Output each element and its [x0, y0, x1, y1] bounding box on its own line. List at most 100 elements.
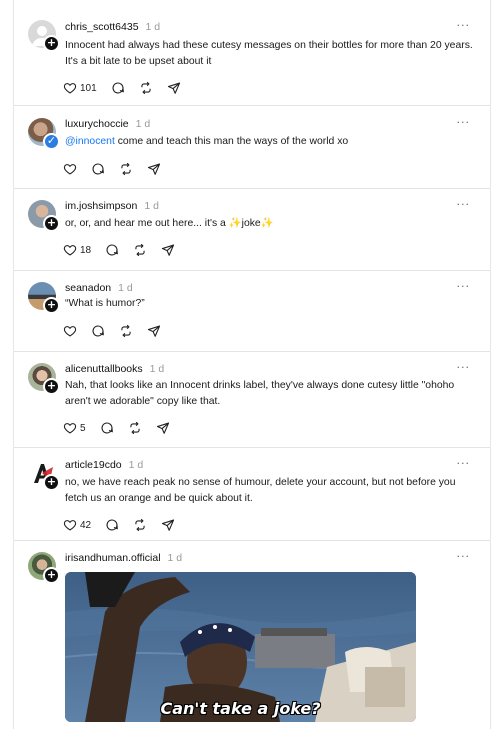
username-row: chris_scott6435 1 d: [65, 21, 160, 33]
avatar[interactable]: +: [28, 363, 60, 395]
comment-icon: [91, 324, 105, 338]
more-icon[interactable]: ···: [457, 116, 471, 129]
like-button[interactable]: [63, 324, 77, 338]
username[interactable]: im.joshsimpson: [65, 200, 137, 212]
timestamp: 1 d: [128, 459, 144, 471]
comment-feed: + chris_scott6435 1 d ··· Innocent had al…: [13, 0, 491, 729]
repost-icon: [133, 518, 147, 532]
avatar[interactable]: +: [28, 552, 60, 584]
share-icon: [167, 81, 181, 95]
username-row: irisandhuman.official 1 d: [65, 552, 182, 564]
reply-button[interactable]: [91, 324, 105, 338]
repost-icon: [133, 243, 147, 257]
action-bar: 101: [63, 80, 195, 96]
heart-icon: [63, 421, 77, 435]
heart-icon: [63, 81, 77, 95]
username-row: im.joshsimpson 1 d: [65, 200, 159, 212]
reply-button[interactable]: [105, 518, 119, 532]
username[interactable]: seanadon: [65, 282, 111, 294]
share-button[interactable]: [161, 518, 175, 532]
reply-post: + seanadon 1 d ··· “What is humor?”: [14, 271, 490, 352]
reply-text: Innocent had always had these cutesy mes…: [65, 40, 473, 67]
action-bar: [63, 161, 175, 177]
share-icon: [147, 162, 161, 176]
share-button[interactable]: [161, 243, 175, 257]
reply-button[interactable]: [111, 81, 125, 95]
repost-icon: [139, 81, 153, 95]
username[interactable]: chris_scott6435: [65, 21, 139, 33]
heart-icon: [63, 518, 77, 532]
like-button[interactable]: [63, 162, 77, 176]
share-button[interactable]: [156, 421, 170, 435]
gif-caption: Can't take a joke?: [160, 699, 321, 718]
avatar[interactable]: +: [28, 459, 60, 491]
reply-button[interactable]: [100, 421, 114, 435]
reply-post: + alicenuttallbooks 1 d ··· Nah, that loo…: [14, 352, 490, 448]
follow-plus-icon[interactable]: +: [43, 474, 60, 491]
reply-text: @innocent come and teach this man the wa…: [65, 134, 475, 150]
more-icon[interactable]: ···: [457, 550, 471, 563]
timestamp: 1 d: [167, 552, 183, 564]
heart-icon: [63, 324, 77, 338]
more-icon[interactable]: ···: [457, 19, 471, 32]
share-icon: [161, 243, 175, 257]
more-icon[interactable]: ···: [457, 280, 471, 293]
follow-plus-icon[interactable]: +: [43, 297, 60, 314]
username-row: article19cdo 1 d: [65, 459, 143, 471]
heart-icon: [63, 162, 77, 176]
timestamp: 1 d: [149, 363, 165, 375]
follow-plus-icon[interactable]: +: [43, 35, 60, 52]
comment-icon: [105, 243, 119, 257]
repost-button[interactable]: [128, 421, 142, 435]
like-button[interactable]: 42: [63, 518, 91, 532]
action-bar: [63, 323, 175, 339]
follow-plus-icon[interactable]: +: [43, 378, 60, 395]
username[interactable]: alicenuttallbooks: [65, 363, 143, 375]
username[interactable]: article19cdo: [65, 459, 122, 471]
avatar[interactable]: ✓: [28, 118, 60, 150]
reply-text: “What is humor?”: [65, 298, 145, 309]
like-count: 5: [80, 422, 86, 434]
share-icon: [161, 518, 175, 532]
timestamp: 1 d: [144, 200, 159, 212]
share-button[interactable]: [147, 162, 161, 176]
share-button[interactable]: [167, 81, 181, 95]
repost-icon: [128, 421, 142, 435]
reply-text: no, we have reach peak no sense of humou…: [65, 477, 456, 504]
repost-button[interactable]: [119, 324, 133, 338]
like-button[interactable]: 5: [63, 421, 86, 435]
username[interactable]: luxurychoccie: [65, 118, 129, 130]
more-icon[interactable]: ···: [457, 198, 471, 211]
like-count: 18: [80, 244, 92, 256]
avatar[interactable]: +: [28, 200, 60, 232]
mention-link[interactable]: @innocent: [65, 136, 115, 147]
repost-button[interactable]: [139, 81, 153, 95]
username-row: alicenuttallbooks 1 d: [65, 363, 164, 375]
reply-post: ✓ luxurychoccie 1 d ··· @innocent come an…: [14, 107, 490, 189]
repost-button[interactable]: [133, 518, 147, 532]
share-button[interactable]: [147, 324, 161, 338]
more-icon[interactable]: ···: [457, 457, 471, 470]
avatar[interactable]: +: [28, 20, 60, 52]
gif-media[interactable]: Can't take a joke?: [65, 572, 416, 722]
avatar[interactable]: +: [28, 282, 60, 314]
follow-plus-icon[interactable]: +: [43, 215, 60, 232]
share-icon: [147, 324, 161, 338]
action-bar: 5: [63, 420, 184, 436]
username-row: luxurychoccie 1 d: [65, 118, 150, 130]
reply-button[interactable]: [105, 243, 119, 257]
like-button[interactable]: 18: [63, 243, 91, 257]
like-button[interactable]: 101: [63, 81, 97, 95]
repost-button[interactable]: [119, 162, 133, 176]
repost-icon: [119, 162, 133, 176]
follow-plus-icon[interactable]: +: [43, 567, 60, 584]
username-row: seanadon 1 d: [65, 282, 133, 294]
username[interactable]: irisandhuman.official: [65, 552, 161, 564]
reply-button[interactable]: [91, 162, 105, 176]
action-bar: 42: [63, 517, 189, 533]
comment-icon: [100, 421, 114, 435]
comment-icon: [91, 162, 105, 176]
repost-button[interactable]: [133, 243, 147, 257]
follow-plus-icon[interactable]: ✓: [43, 133, 60, 150]
more-icon[interactable]: ···: [457, 361, 471, 374]
